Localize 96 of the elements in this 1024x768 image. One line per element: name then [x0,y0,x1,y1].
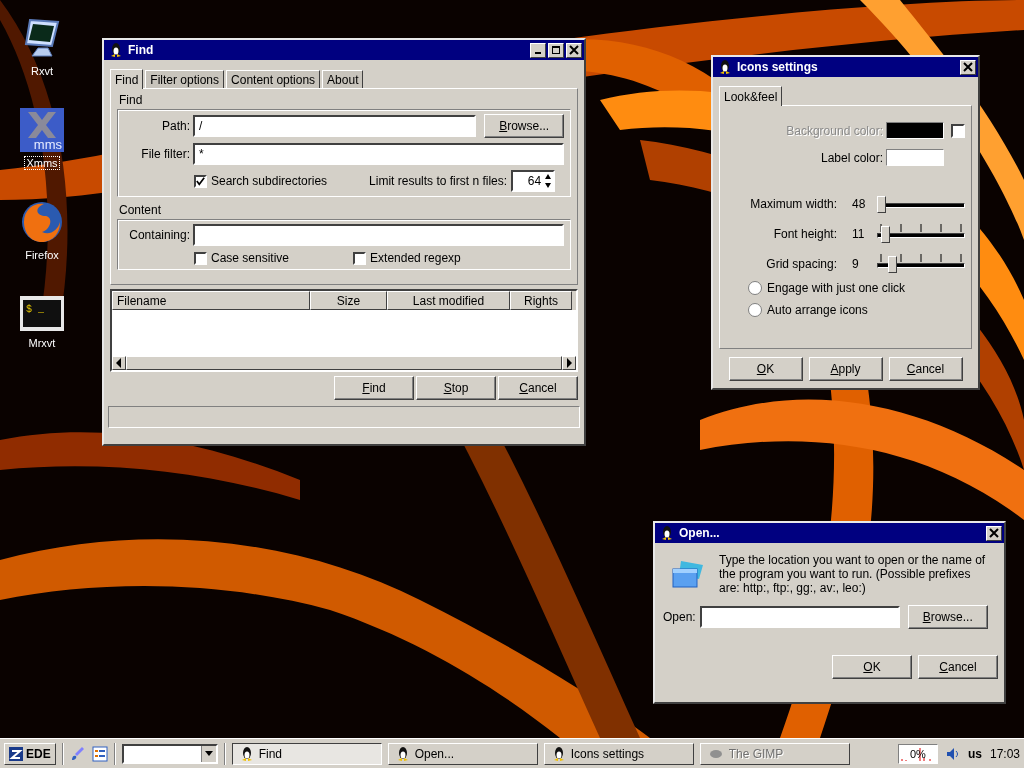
radio-button[interactable] [748,281,762,295]
browse-button[interactable]: Browse... [484,114,564,138]
right-arrow-icon[interactable] [565,358,573,368]
checkbox[interactable] [194,251,207,265]
penguin-icon [240,746,253,761]
app-icon [708,747,723,760]
maximize-button[interactable] [548,42,564,58]
dialog-button[interactable]: Cancel [918,655,998,679]
slider-label: Font height: [772,226,837,241]
group-title: Content [119,203,163,217]
tab[interactable]: Find [110,69,144,89]
window-list-icon[interactable] [91,745,108,762]
path-field[interactable]: / [193,115,477,137]
field-label: Containing: [128,228,190,242]
file-filter-field[interactable]: * [193,143,564,165]
radio-label: Engage with just one click [767,281,906,295]
field-label: Open: [663,610,696,624]
field-label: Label color: [820,150,883,165]
close-button[interactable] [566,42,582,58]
radio-button[interactable] [748,303,762,317]
media-player-icon[interactable]: mms [20,108,64,152]
checkbox[interactable] [194,174,207,188]
logo-icon [9,746,23,761]
spin-box[interactable]: 64 [511,170,556,192]
globe-icon[interactable] [20,200,64,244]
window-title: Open... [679,526,721,540]
containing-field[interactable] [193,224,564,246]
field-label: Path: [160,119,190,133]
horizontal-scrollbar[interactable] [112,356,576,370]
group-title: Find [119,93,144,107]
slider-value: 11 [851,226,866,241]
taskbar-button[interactable]: Find [231,742,382,765]
tab[interactable]: Content options [226,70,321,88]
field-label: Background color: [786,123,883,138]
dialog-button[interactable]: OK [832,655,912,679]
dialog-button[interactable]: Cancel [888,357,963,381]
slider[interactable] [877,194,965,213]
slider-value: 48 [851,196,867,211]
tab[interactable]: Filter options [145,70,225,88]
color-swatch[interactable] [886,149,944,166]
maximize-icon [551,45,561,55]
slider[interactable] [877,224,965,243]
desktop-icon-label[interactable]: Rxvt [29,64,55,78]
windows-icon [671,559,705,589]
penguin-icon [661,526,673,540]
dialog-button[interactable]: OK [728,357,803,381]
slider-thumb[interactable] [880,226,890,243]
column-header[interactable]: Last modified [387,291,510,310]
penguin-icon [719,60,731,74]
minimize-button[interactable] [530,42,546,58]
clock: 17:03 [989,746,1020,761]
checkbox[interactable] [353,251,367,265]
left-arrow-icon[interactable] [115,358,123,368]
penguin-icon [110,43,122,57]
slider-thumb[interactable] [877,196,886,213]
desktop-icon-label[interactable]: Xmms [24,156,60,170]
desktop-icon-label[interactable]: Firefox [23,248,61,262]
combo-box[interactable] [121,743,218,764]
slider-thumb[interactable] [888,256,898,273]
column-header[interactable]: Size [310,291,387,310]
message-text: Type the location you want to open or the name of the program you want to run. (Possible prefixes are: http:, ftp:, gg:, av:, leo:) [719,553,987,595]
penguin-icon [552,746,565,761]
dialog-button[interactable]: Apply [808,357,883,381]
field-label: Limit results to first n files: [369,174,508,188]
column-header[interactable]: Rights [510,291,572,310]
open-field[interactable] [699,606,900,628]
field-label: File filter: [140,147,190,161]
penguin-icon [396,746,409,761]
tab[interactable]: Look&feel [719,86,783,106]
dialog-button[interactable]: Cancel [498,376,578,400]
cpu-meter: 0% [897,743,938,764]
minimize-icon [535,52,541,54]
keyboard-layout[interactable]: us [967,746,982,761]
start-button[interactable]: EDE [4,742,56,765]
taskbar-button[interactable]: Icons settings [543,742,694,765]
slider[interactable] [877,254,965,273]
desktop-icon-label[interactable]: Mrxvt [26,336,58,350]
tab[interactable]: About [322,70,364,88]
checkbox-label: Case sensitive [211,251,290,265]
dialog-button[interactable]: Find [334,376,414,400]
slider-label: Grid spacing: [765,256,837,271]
brush-icon[interactable] [69,745,86,762]
browse-button[interactable]: Browse... [907,605,988,629]
dialog-button[interactable]: Stop [416,376,496,400]
close-button[interactable] [960,59,976,75]
close-button[interactable] [986,525,1002,541]
window-title: Find [128,43,155,57]
taskbar-button[interactable]: Open... [387,742,538,765]
checkbox-label: Search subdirectories [211,174,328,188]
column-header[interactable]: Filename [112,291,310,310]
slider-value: 9 [851,256,860,271]
radio-label: Auto arrange icons [767,303,868,317]
speaker-icon[interactable] [945,746,960,761]
window-title: Icons settings [737,60,819,74]
checkbox-label: Extended regexp [370,251,461,265]
slider-label: Maximum width: [749,196,837,211]
